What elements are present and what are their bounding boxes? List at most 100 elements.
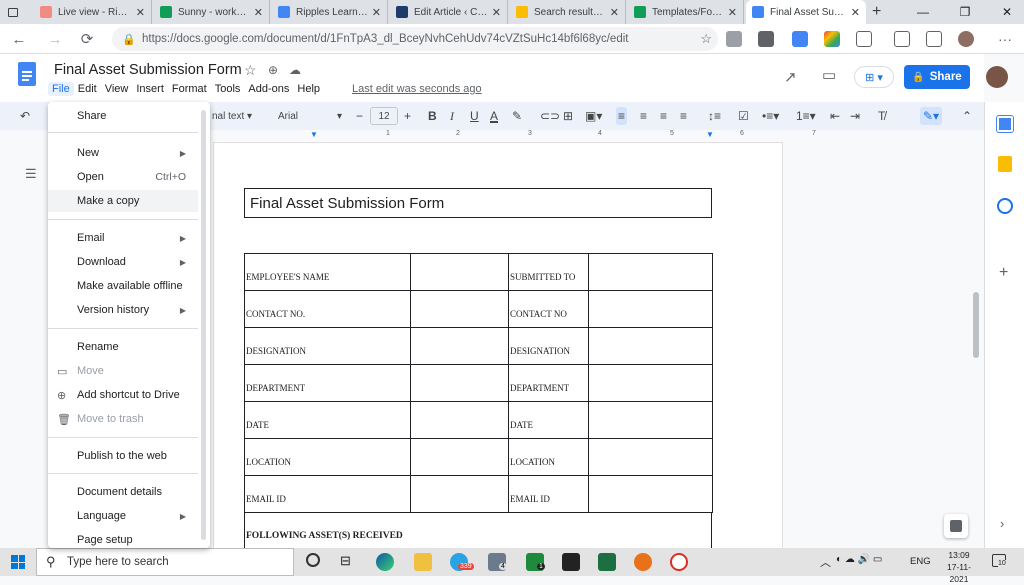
menu-format[interactable]: Format <box>168 82 211 96</box>
minimize-button[interactable]: — <box>902 0 944 24</box>
browser-tab[interactable]: Live view - Ripple ✕ <box>34 0 152 24</box>
font-size-field[interactable]: 12 <box>370 107 398 125</box>
file-explorer-icon[interactable] <box>414 553 432 571</box>
docs-logo-icon[interactable] <box>18 62 36 86</box>
form-value-cell[interactable] <box>588 290 713 328</box>
form-value-cell[interactable] <box>410 475 509 513</box>
system-tray-icons[interactable]: ◐ ☁ 🔊 ▭ <box>836 554 882 565</box>
expand-panel-icon[interactable]: › <box>1000 516 1004 531</box>
file-menu-item-share[interactable]: Share <box>48 105 198 127</box>
menu-add-ons[interactable]: Add-ons <box>244 82 293 96</box>
teams-icon[interactable]: 1 <box>526 553 545 571</box>
bold-button[interactable]: B <box>428 107 437 125</box>
puzzle-icon[interactable] <box>856 31 872 47</box>
comments-icon[interactable]: ▭ <box>822 66 836 84</box>
explore-button[interactable] <box>944 514 968 538</box>
file-menu-item-publish-to-the-web[interactable]: Publish to the web <box>48 445 198 467</box>
form-value-cell[interactable] <box>410 438 509 476</box>
g-extension-icon[interactable] <box>758 31 774 47</box>
right-indent-marker[interactable]: ▼ <box>706 130 714 139</box>
increase-font-size-button[interactable]: + <box>404 107 411 125</box>
decrease-indent-icon[interactable]: ⇤ <box>830 107 840 125</box>
close-tab-icon[interactable]: ✕ <box>254 6 263 19</box>
url-field[interactable]: 🔒 https://docs.google.com/document/d/1Fn… <box>112 27 718 51</box>
close-tab-icon[interactable]: ✕ <box>728 6 737 19</box>
browser-tab[interactable]: Sunny - workshee ✕ <box>154 0 270 24</box>
last-edit-link[interactable]: Last edit was seconds ago <box>352 83 482 95</box>
sticky-notes-icon[interactable] <box>562 553 580 571</box>
menu-help[interactable]: Help <box>293 82 324 96</box>
form-value-cell[interactable] <box>588 364 713 402</box>
show-hidden-icons[interactable]: ︿ <box>820 554 831 570</box>
increase-indent-icon[interactable]: ⇥ <box>850 107 860 125</box>
checklist-icon[interactable]: ☑ <box>738 107 749 125</box>
form-value-cell[interactable] <box>410 327 509 365</box>
file-menu-item-add-shortcut-to-drive[interactable]: ⊕ Add shortcut to Drive <box>48 384 198 406</box>
back-button[interactable]: ← <box>8 28 30 50</box>
notifications-icon[interactable]: 10 <box>992 554 1006 567</box>
file-menu-item-move[interactable]: ▭ Move <box>48 360 198 382</box>
text-color-button[interactable]: A <box>490 107 498 125</box>
menu-tools[interactable]: Tools <box>211 82 245 96</box>
account-avatar[interactable] <box>986 66 1008 88</box>
file-menu-item-email[interactable]: Email ▶ <box>48 227 198 249</box>
numbered-list-icon[interactable]: 1≡▾ <box>796 107 816 125</box>
form-value-cell[interactable] <box>588 475 713 513</box>
present-button[interactable]: ⊞ ▾ <box>854 66 894 88</box>
file-menu-item-rename[interactable]: Rename <box>48 336 198 358</box>
star-icon[interactable]: ☆ <box>244 62 257 79</box>
extension-icon[interactable] <box>792 31 808 47</box>
justify-button[interactable]: ≡ <box>680 107 687 125</box>
file-menu-item-open[interactable]: Open Ctrl+O <box>48 166 198 188</box>
form-value-cell[interactable] <box>588 401 713 439</box>
document-title[interactable]: Final Asset Submission Form <box>54 62 242 78</box>
browser-menu-button[interactable]: ··· <box>994 28 1016 50</box>
italic-button[interactable]: I <box>450 107 454 125</box>
document-page[interactable]: Final Asset Submission Form EMPLOYEE'S N… <box>213 142 783 557</box>
comment-icon[interactable]: ⊞ <box>563 107 573 125</box>
search-app-icon[interactable] <box>634 553 652 571</box>
telegram-icon[interactable]: 339 <box>450 553 474 571</box>
browser-tab[interactable]: Edit Article ‹ CHR ✕ <box>390 0 508 24</box>
close-tab-icon[interactable]: ✕ <box>372 6 381 19</box>
language-indicator[interactable]: ENG <box>910 556 931 567</box>
activity-icon[interactable]: ↗ <box>784 68 797 86</box>
form-value-cell[interactable] <box>410 253 509 291</box>
calendar-icon[interactable] <box>997 116 1013 132</box>
underline-button[interactable]: U <box>470 107 479 125</box>
tab-actions-button[interactable] <box>2 0 30 24</box>
browser-tab[interactable]: Templates/Forms ✕ <box>628 0 744 24</box>
file-menu-item-version-history[interactable]: Version history ▶ <box>48 299 198 321</box>
close-tab-icon[interactable]: ✕ <box>492 6 501 19</box>
forward-button[interactable]: → <box>44 28 66 50</box>
form-value-cell[interactable] <box>410 364 509 402</box>
file-menu-item-download[interactable]: Download ▶ <box>48 251 198 273</box>
browser-tab[interactable]: Ripples Learning ✕ <box>272 0 388 24</box>
form-value-cell[interactable] <box>410 401 509 439</box>
file-menu-item-make-available-offline[interactable]: Make available offline <box>48 275 198 297</box>
menu-insert[interactable]: Insert <box>132 82 168 96</box>
undo-icon[interactable]: ↶ <box>20 107 30 125</box>
restore-button[interactable]: ❐ <box>944 0 986 24</box>
color-extension-icon[interactable] <box>824 31 840 47</box>
keep-icon[interactable] <box>998 156 1012 172</box>
close-tab-icon[interactable]: ✕ <box>851 6 860 19</box>
bookmark-star-icon[interactable]: ☆ <box>700 31 712 47</box>
tasks-icon[interactable] <box>997 198 1013 214</box>
excel-icon[interactable] <box>598 553 616 571</box>
clear-formatting-icon[interactable]: T̸ <box>878 107 885 125</box>
windows-start-icon[interactable] <box>11 555 25 569</box>
new-tab-button[interactable]: + <box>866 0 894 24</box>
move-icon[interactable]: ⊕ <box>268 63 278 77</box>
link-icon[interactable]: ⊂⊃ <box>540 107 560 125</box>
editing-mode-button[interactable]: ✎▾ <box>920 107 943 125</box>
file-menu-item-new[interactable]: New ▶ <box>48 142 198 164</box>
reload-button[interactable]: ⟳ <box>76 28 98 50</box>
form-value-cell[interactable] <box>588 438 713 476</box>
app-icon[interactable] <box>670 553 688 571</box>
close-tab-icon[interactable]: ✕ <box>610 6 619 19</box>
file-menu-item-language[interactable]: Language ▶ <box>48 505 198 527</box>
file-menu-item-make-a-copy[interactable]: Make a copy <box>48 190 198 212</box>
form-value-cell[interactable] <box>410 290 509 328</box>
cloud-status-icon[interactable]: ☁ <box>289 63 301 77</box>
